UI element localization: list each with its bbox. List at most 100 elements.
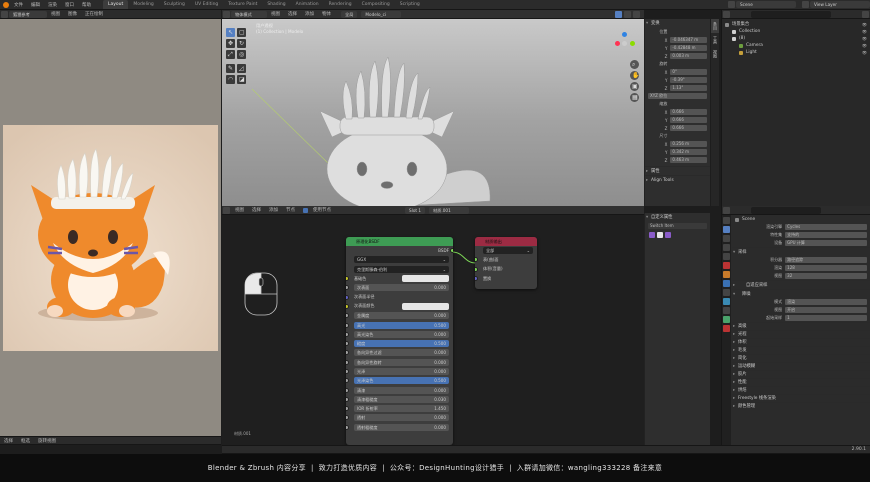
outliner-item[interactable]: 场景集合 👁 [725, 21, 867, 28]
property-value-field[interactable]: 支持的 [785, 232, 867, 238]
bsdf-node-header[interactable]: 原理化BSDF [346, 237, 453, 246]
input-socket[interactable] [346, 406, 349, 412]
workspace-tab[interactable]: Scripting [395, 0, 425, 9]
properties-section-header[interactable]: 运动模糊 [732, 362, 870, 371]
bsdf-output-socket[interactable] [450, 248, 453, 254]
visibility-eye-icon[interactable]: 👁 [862, 21, 867, 28]
properties-section-header[interactable]: Freestyle 线条渲染 [732, 394, 870, 403]
editor-type-icon[interactable] [723, 206, 730, 214]
properties-section-header[interactable]: 胶片 [732, 370, 870, 379]
align-tools-section-header[interactable]: Align Tools [645, 175, 710, 185]
outliner-item[interactable]: Collection 👁 [725, 28, 867, 35]
rotation-z-field[interactable]: 1.13° [670, 85, 707, 91]
tool-tab-icon[interactable] [723, 217, 730, 224]
input-value-field[interactable]: 各向异性旋转 0.000 [354, 358, 449, 366]
perspective-toggle-icon[interactable]: ▦ [630, 93, 639, 102]
input-value-field[interactable]: 光泽染色 0.500 [354, 377, 449, 385]
move-tool-button[interactable]: ✥ [226, 39, 235, 48]
viewport-menu-view[interactable]: 视图 [267, 11, 284, 17]
location-z-field[interactable]: 0.003 m [670, 53, 707, 59]
shader-node-editor[interactable]: 视图 选择 添加 节点 使用节点 Slot 1 材质.001 原理化BSDF B… [222, 206, 644, 445]
dimensions-y-field[interactable]: 0.342 m [670, 149, 707, 155]
workspace-tab[interactable]: UV Editing [190, 0, 223, 9]
menu-item[interactable]: 编辑 [27, 2, 44, 8]
menu-item[interactable]: 窗口 [61, 2, 78, 8]
input-socket[interactable] [346, 276, 349, 282]
shading-rendered-icon[interactable] [633, 10, 640, 18]
menu-item[interactable]: 帮助 [78, 2, 95, 8]
input-socket[interactable] [346, 378, 349, 384]
editor-type-icon[interactable] [223, 10, 230, 18]
input-socket[interactable] [346, 303, 349, 309]
input-value-field[interactable]: 清漆 0.000 [354, 386, 449, 394]
sampling-section-header[interactable]: 采样 [732, 247, 870, 257]
measure-tool-button[interactable]: ◿ [237, 64, 246, 73]
input-value-field[interactable]: 各向异性过滤 0.000 [354, 349, 449, 357]
orientation-selector[interactable]: 全局 [341, 10, 358, 18]
3d-viewport[interactable]: 物体模式 视图 选择 添加 物体 全局 Modelo_ci 用户透视 (1) C… [222, 10, 644, 206]
adaptive-sampling-header[interactable]: 自适应采样 [732, 280, 870, 290]
input-socket[interactable] [346, 341, 349, 347]
rotation-x-field[interactable]: 0° [670, 69, 707, 75]
workspace-tab[interactable]: Modeling [128, 0, 158, 9]
color-swatch[interactable] [401, 275, 449, 283]
swatch-purple-2-icon[interactable] [665, 232, 671, 238]
outliner-item[interactable]: (8) 👁 [725, 35, 867, 42]
input-value-field[interactable]: 金属度 0.000 [354, 312, 449, 320]
custom-props-section-header[interactable]: 自定义属性 [645, 213, 710, 222]
camera-view-icon[interactable]: ▣ [630, 82, 639, 91]
workspace-tab[interactable]: Layout [103, 0, 129, 9]
subsurface-method-select[interactable]: 克里斯滕森-伯利 ⌄ [354, 265, 449, 273]
side-tab-tool[interactable]: 工具 [711, 33, 719, 47]
modifier-tab-icon[interactable] [723, 280, 730, 287]
visibility-eye-icon[interactable]: 👁 [862, 42, 867, 49]
denoising-header[interactable]: 降噪 [732, 289, 870, 299]
rotate-tool-button[interactable]: ↻ [237, 39, 246, 48]
input-socket[interactable] [346, 313, 349, 319]
input-socket[interactable] [346, 369, 349, 374]
principled-bsdf-node[interactable]: 原理化BSDF BSDF GGX ⌄ 克里斯滕森-伯利 ⌄ 基础色 次表面 0.000 次… [346, 237, 453, 445]
properties-section-header[interactable]: 光程 [732, 330, 870, 339]
scale-x-field[interactable]: 0.666 [670, 109, 707, 115]
transform-section-header[interactable]: 变换 [645, 19, 710, 28]
workspace-tab[interactable]: Sculpting [159, 0, 190, 9]
property-value-field[interactable]: GPU 计算 [785, 240, 867, 246]
switch-item-field[interactable]: Switch Item [648, 223, 707, 229]
gizmo-y-axis-icon[interactable] [630, 41, 635, 46]
input-value-field[interactable]: 糙度 0.500 [354, 340, 449, 348]
input-socket[interactable] [346, 285, 349, 291]
mode-selector[interactable]: 物体模式 [231, 10, 267, 18]
side-tab-item[interactable]: 条目 [711, 19, 719, 33]
properties-section-header[interactable]: 属性 [645, 166, 710, 176]
material-tab-icon[interactable] [723, 325, 730, 332]
workspace-tab[interactable]: Compositing [357, 0, 395, 9]
blender-logo-icon[interactable] [3, 1, 9, 8]
property-value-field[interactable]: Cycles [785, 224, 867, 230]
filter-icon[interactable] [862, 10, 869, 18]
outliner-item[interactable]: Light 👁 [725, 49, 867, 56]
editor-type-icon[interactable] [1, 10, 8, 18]
rotation-mode-select[interactable]: XYZ 欧拉 [648, 93, 707, 99]
menu-item[interactable]: 文件 [10, 2, 27, 8]
viewport-menu-add[interactable]: 添加 [301, 11, 318, 17]
particles-tab-icon[interactable] [723, 289, 730, 296]
workspace-tab[interactable]: Rendering [324, 0, 357, 9]
property-value-field[interactable]: 开启 [785, 307, 867, 313]
output-tab-icon[interactable] [723, 235, 730, 242]
physics-tab-icon[interactable] [723, 298, 730, 305]
image-menu-image[interactable]: 图像 [64, 11, 81, 17]
shading-solid-icon[interactable] [615, 10, 622, 18]
editor-type-icon[interactable] [723, 10, 730, 18]
outliner-item[interactable]: Camera 👁 [725, 42, 867, 49]
render-tab-icon[interactable] [723, 226, 730, 233]
viewport-menu-object[interactable]: 物体 [318, 11, 335, 17]
object-name-field[interactable]: Modelo_ci [361, 10, 402, 18]
input-value-field[interactable]: IOR 折射率 1.450 [354, 405, 449, 413]
displacement-input-socket[interactable] [475, 276, 478, 282]
properties-section-header[interactable]: 体积 [732, 338, 870, 347]
output-target-select[interactable]: 全部 ⌄ [483, 247, 533, 255]
navigation-gizmo[interactable] [612, 32, 636, 56]
dimensions-x-field[interactable]: 0.256 m [670, 141, 707, 147]
location-y-field[interactable]: -0.42848 m [670, 45, 707, 51]
location-x-field[interactable]: -0.046347 m [670, 37, 707, 43]
